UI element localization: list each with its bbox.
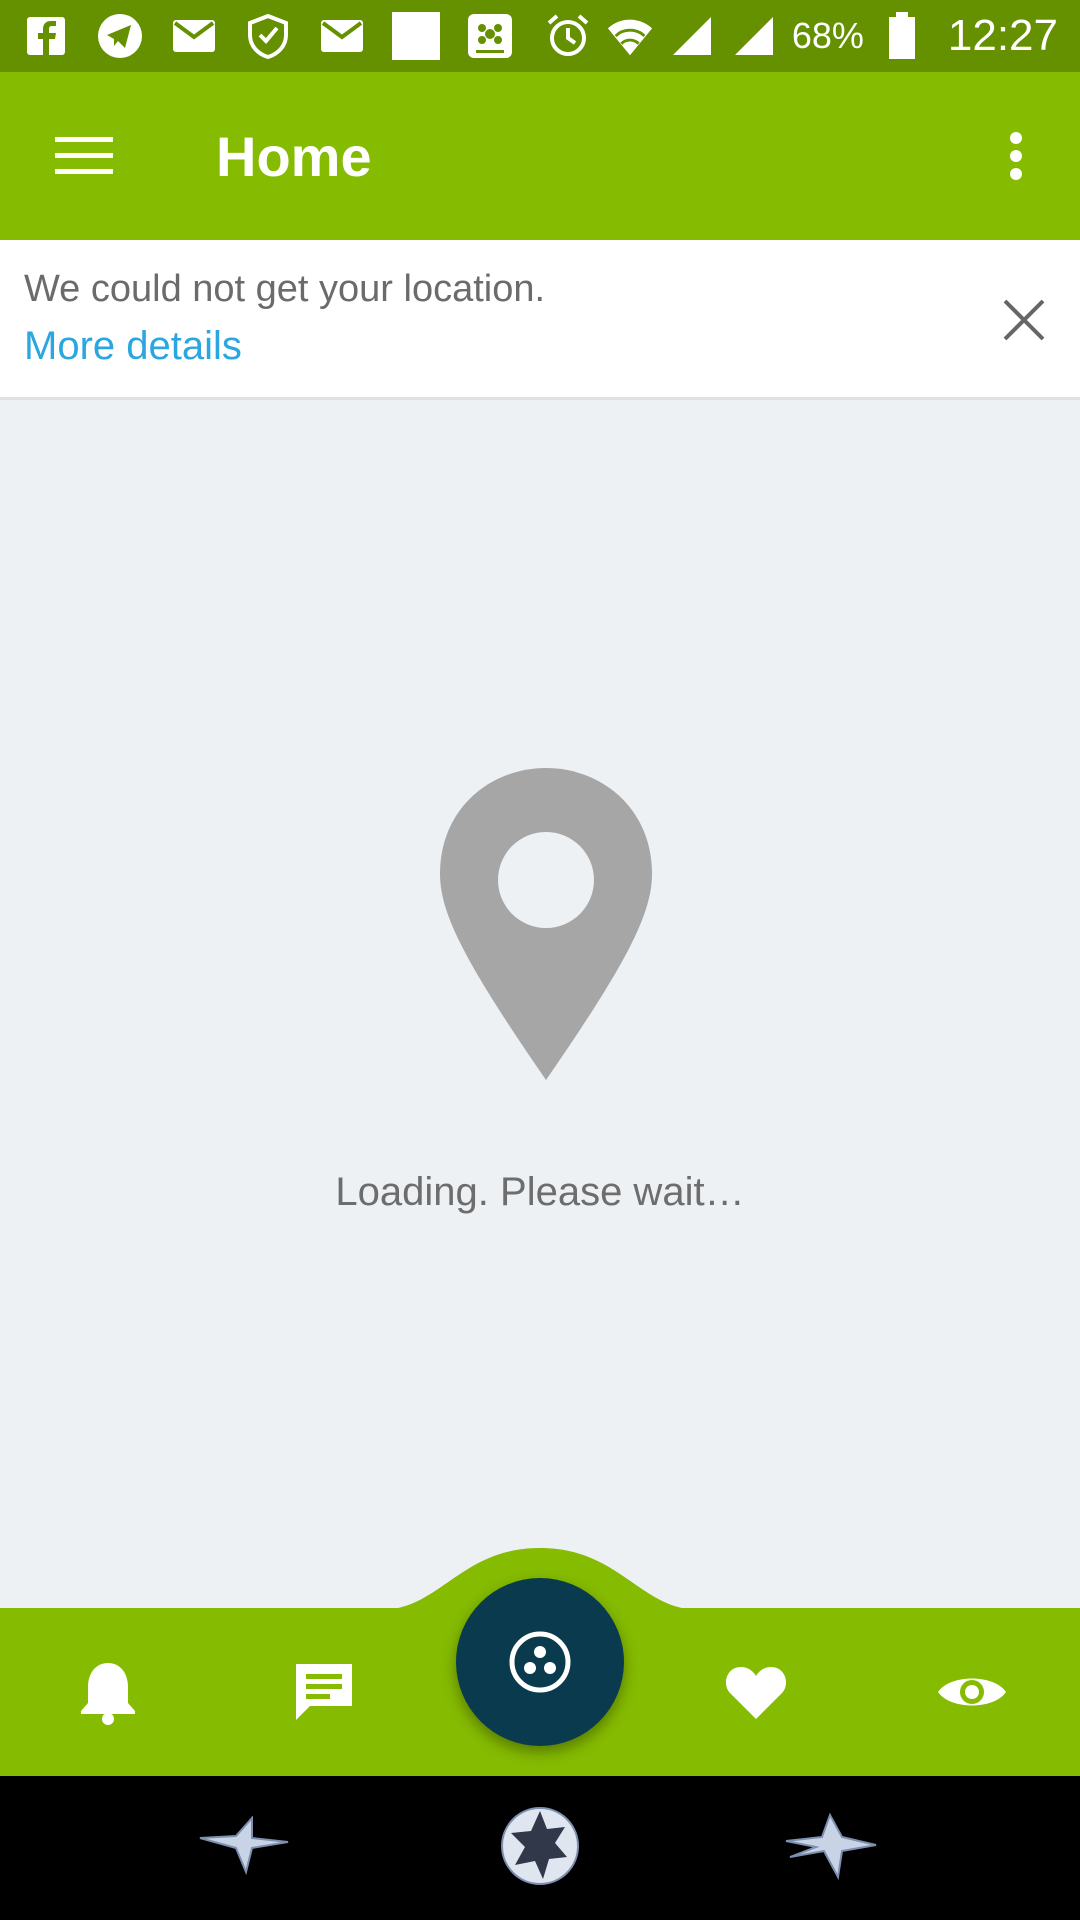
mail-icon bbox=[170, 12, 218, 60]
loading-text: Loading. Please wait… bbox=[335, 1170, 745, 1214]
mail-icon bbox=[318, 12, 366, 60]
more-details-link[interactable]: More details bbox=[24, 324, 242, 369]
blank-square-icon bbox=[392, 12, 440, 60]
heart-icon[interactable] bbox=[696, 1608, 816, 1776]
more-vertical-icon[interactable] bbox=[976, 96, 1056, 216]
status-bar: 68% 12:27 bbox=[0, 0, 1080, 72]
battery-icon bbox=[878, 12, 926, 60]
close-icon[interactable] bbox=[994, 290, 1054, 350]
system-navigation-bar bbox=[0, 1776, 1080, 1920]
location-pin-icon bbox=[436, 764, 656, 1084]
battery-percentage: 68% bbox=[791, 15, 864, 56]
hamburger-menu-icon[interactable] bbox=[24, 96, 144, 216]
chat-icon[interactable] bbox=[264, 1608, 384, 1776]
signal-icon bbox=[730, 12, 778, 60]
facebook-icon bbox=[22, 12, 70, 60]
home-ball-icon[interactable] bbox=[480, 1796, 600, 1896]
app-icon bbox=[466, 12, 514, 60]
recents-star-icon[interactable] bbox=[770, 1796, 890, 1896]
bell-icon[interactable] bbox=[48, 1608, 168, 1776]
location-error-banner: We could not get your location. More det… bbox=[0, 240, 1080, 400]
signal-icon bbox=[668, 12, 716, 60]
app-bar: Home bbox=[0, 72, 1080, 240]
clock: 12:27 bbox=[947, 11, 1058, 60]
wifi-icon bbox=[606, 12, 654, 60]
telegram-icon bbox=[96, 12, 144, 60]
alarm-icon bbox=[544, 12, 592, 60]
nearby-button[interactable] bbox=[456, 1578, 624, 1746]
nearby-icon bbox=[509, 1631, 571, 1693]
back-star-icon[interactable] bbox=[184, 1796, 304, 1896]
shield-icon bbox=[244, 12, 292, 60]
banner-message: We could not get your location. bbox=[24, 268, 546, 310]
page-title: Home bbox=[216, 124, 372, 188]
eye-icon[interactable] bbox=[912, 1608, 1032, 1776]
